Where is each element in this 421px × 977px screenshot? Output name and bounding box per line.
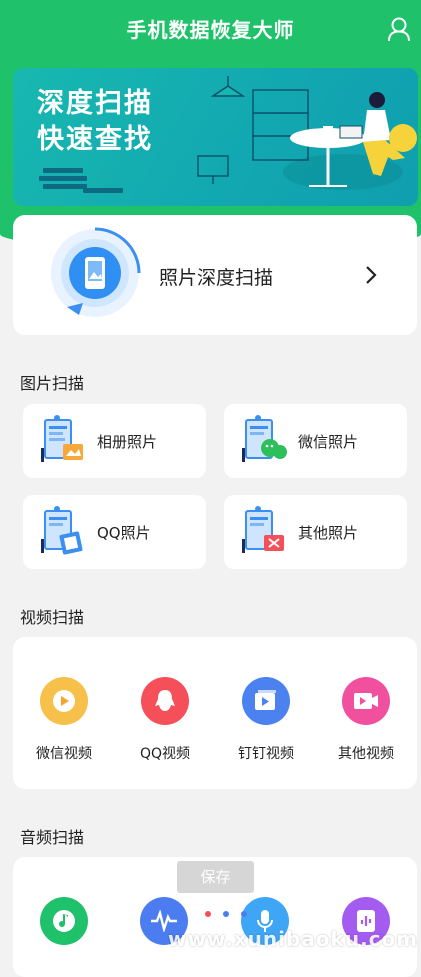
music-note-icon[interactable] xyxy=(40,897,88,945)
deep-scan-label: 照片深度扫描 xyxy=(159,267,274,289)
tile-label: 相册照片 xyxy=(97,433,158,451)
pager-dot xyxy=(223,911,229,917)
video-scan-card: 微信视频 QQ视频 钉钉视频 其他视频 xyxy=(13,637,417,789)
video-item-label: 微信视频 xyxy=(36,746,92,762)
promo-banner[interactable]: 深度扫描 快速查找 xyxy=(13,68,418,206)
user-icon[interactable] xyxy=(387,16,411,42)
pager-dot xyxy=(187,911,193,917)
watermark-text: www.xunibaoku.com xyxy=(168,927,419,951)
save-toast-button[interactable]: 保存 xyxy=(177,861,254,893)
tile-other-photos[interactable]: 其他照片 xyxy=(224,495,407,569)
video-item-label: 钉钉视频 xyxy=(238,746,294,762)
photo-deep-scan-card[interactable]: 照片深度扫描 xyxy=(13,215,417,335)
qq-photo-icon xyxy=(41,506,83,555)
video-scan-title: 视频扫描 xyxy=(20,608,85,627)
app-title: 手机数据恢复大师 xyxy=(126,18,295,42)
tile-qq-photos[interactable]: QQ照片 xyxy=(23,495,206,569)
qq-video-icon xyxy=(141,677,189,725)
top-bar: 手机数据恢复大师 xyxy=(0,0,421,60)
image-scan-title: 图片扫描 xyxy=(20,374,85,393)
banner-line-2: 快速查找 xyxy=(37,124,153,155)
video-item-label: QQ视频 xyxy=(139,746,191,762)
pager-dots xyxy=(187,911,247,917)
video-item-dingtalk[interactable]: 钉钉视频 xyxy=(216,677,316,763)
video-item-wechat[interactable]: 微信视频 xyxy=(14,677,114,763)
audio-scan-title: 音频扫描 xyxy=(20,828,85,847)
tile-album-photos[interactable]: 相册照片 xyxy=(23,404,206,478)
chevron-right-icon xyxy=(366,266,377,284)
album-photo-icon xyxy=(41,415,83,462)
wechat-photo-icon xyxy=(242,415,287,462)
wechat-video-icon xyxy=(40,677,88,725)
tile-wechat-photos[interactable]: 微信照片 xyxy=(224,404,407,478)
dingtalk-video-icon xyxy=(242,677,290,725)
other-video-icon xyxy=(342,677,390,725)
pager-dot xyxy=(241,911,247,917)
tile-label: 微信照片 xyxy=(298,433,359,451)
video-item-qq[interactable]: QQ视频 xyxy=(115,677,215,763)
banner-line-1: 深度扫描 xyxy=(37,88,153,119)
video-item-other[interactable]: 其他视频 xyxy=(316,677,416,763)
video-item-label: 其他视频 xyxy=(338,746,394,762)
banner-headline: 深度扫描 快速查找 xyxy=(37,86,153,158)
tile-label: 其他照片 xyxy=(298,524,359,542)
pager-dot xyxy=(205,911,211,917)
tile-label: QQ照片 xyxy=(97,524,151,542)
phone-scan-icon xyxy=(51,227,141,317)
other-photo-icon xyxy=(242,506,284,553)
